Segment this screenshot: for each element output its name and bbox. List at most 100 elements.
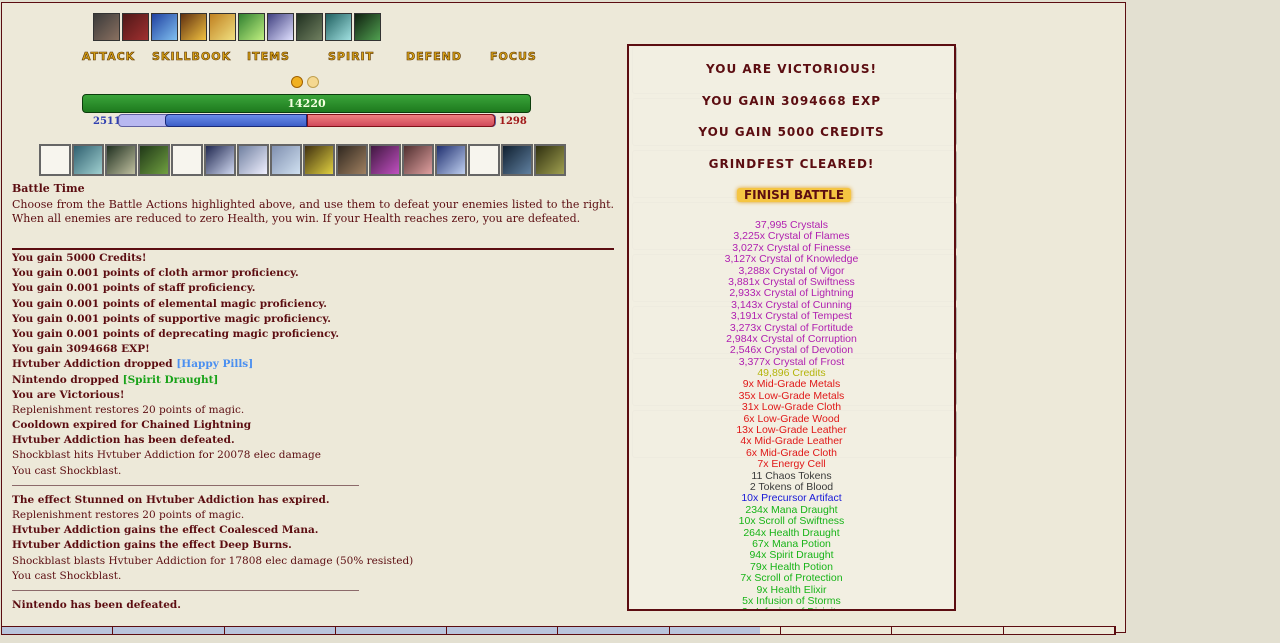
finish-battle-button[interactable]: FINISH BATTLE [737,188,851,202]
health-bar: 14220 [82,94,531,113]
log-entry-text: You gain 0.001 points of elemental magic… [12,297,327,310]
log-entry: You gain 0.001 points of staff proficien… [12,281,614,296]
loot-item: 3,191x Crystal of Tempest [730,310,853,323]
defend-button[interactable]: DEFEND [406,50,462,64]
log-entry-text: Nintendo has been defeated. [12,598,181,611]
log-entry-text: Hvtuber Addiction gains the effect Coale… [12,524,319,537]
buff-icon-5 [209,13,236,41]
quickbar-slot-spell[interactable] [435,144,467,176]
quickbar-slot-empty[interactable] [468,144,500,176]
loot-item: 31x Low-Grade Cloth [741,401,842,414]
log-entry-text: The effect Stunned on Hvtuber Addiction … [12,493,330,506]
log-entry: Replenishment restores 20 points of magi… [12,508,614,523]
quickbar-slot-spell[interactable] [105,144,137,176]
log-entry: You gain 0.001 points of supportive magi… [12,312,614,327]
progress-segment [669,627,782,634]
quickbar-slot-spell[interactable] [72,144,104,176]
log-entry: The effect Stunned on Hvtuber Addiction … [12,493,614,508]
victory-panel: YOU ARE VICTORIOUS! YOU GAIN 3094668 EXP… [627,44,956,611]
quickbar-slot-spell[interactable] [270,144,302,176]
quickbar-slot-spell[interactable] [138,144,170,176]
log-entry-text: Replenishment restores 20 points of magi… [12,403,245,416]
log-entry-text: You cast Shockblast. [12,464,122,477]
battle-frame: ATTACK SKILLBOOK ITEMS SPIRIT DEFEND FOC… [1,2,1126,633]
dropped-item-link[interactable]: [Spirit Draught] [123,374,219,386]
spirit-value: 1298 [499,116,527,127]
log-entry-text: You gain 0.001 points of deprecating mag… [12,327,340,340]
exp-gain-text: YOU GAIN 3094668 EXP [701,94,882,108]
buff-icon-8 [296,13,323,41]
log-entry: You gain 0.001 points of deprecating mag… [12,327,614,342]
dropped-item-link[interactable]: [Happy Pills] [176,358,253,370]
log-entry: You are Victorious! [12,388,614,403]
log-entry: Shockblast hits Hvtuber Addiction for 20… [12,448,614,463]
quickbar-slot-spell[interactable] [369,144,401,176]
log-entry-text: Shockblast blasts Hvtuber Addiction for … [12,554,414,567]
buff-icon-6 [238,13,265,41]
focus-button[interactable]: FOCUS [490,50,537,64]
log-entry: Shockblast blasts Hvtuber Addiction for … [12,554,614,569]
loot-item: 7x Scroll of Protection [740,572,843,585]
quickbar-slot-spell[interactable] [204,144,236,176]
skillbook-button[interactable]: SKILLBOOK [152,50,231,64]
progress-segment [335,627,448,634]
buff-icon-4 [180,13,207,41]
grindfest-cleared-text: GRINDFEST CLEARED! [708,157,875,171]
effect-icons-row [93,13,381,41]
loot-item: 7x Energy Cell [757,458,826,471]
log-entry: Hvtuber Addiction gains the effect Coale… [12,523,614,538]
quickbar-slot-spell[interactable] [336,144,368,176]
log-entry: You cast Shockblast. [12,464,614,479]
quickbar-slot-spell[interactable] [501,144,533,176]
log-entry: Nintendo dropped [Spirit Draught] [12,373,614,388]
buff-icon-9 [325,13,352,41]
magic-value: 2511 [93,116,121,127]
log-entry: Hvtuber Addiction dropped [Happy Pills] [12,357,614,372]
buff-icon-1 [93,13,120,41]
credits-gain-text: YOU GAIN 5000 CREDITS [698,125,885,139]
log-entry-text: Hvtuber Addiction dropped [12,358,177,371]
progress-segment [892,627,1004,634]
log-entry: Hvtuber Addiction gains the effect Deep … [12,538,614,553]
progress-segment [447,627,559,634]
log-entry-text: You gain 0.001 points of staff proficien… [12,282,256,295]
log-entry: You gain 5000 Credits! [12,251,614,266]
loot-item: 10x Scroll of Swiftness [738,515,845,528]
quickbar-slot-spell[interactable] [402,144,434,176]
quickbar-slot-spell[interactable] [237,144,269,176]
log-entry-text: You gain 0.001 points of cloth armor pro… [12,267,299,280]
loot-item: 94x Spirit Draught [749,549,834,562]
quickbar-slot-spell[interactable] [303,144,335,176]
log-entry: You gain 0.001 points of cloth armor pro… [12,266,614,281]
log-entry: You cast Shockblast. [12,569,614,584]
quickbar-slot-spell[interactable] [534,144,566,176]
items-button[interactable]: ITEMS [247,50,290,64]
log-entry-text: Shockblast hits Hvtuber Addiction for 20… [12,449,321,462]
quickbar-slot-empty[interactable] [39,144,71,176]
battle-action-menu: ATTACK SKILLBOOK ITEMS SPIRIT DEFEND FOC… [80,50,540,66]
attack-button[interactable]: ATTACK [82,50,135,64]
log-entry: Hvtuber Addiction has been defeated. [12,433,614,448]
progress-segment [113,627,225,634]
log-entry-text: You gain 3094668 EXP! [12,343,150,356]
health-value: 14220 [287,97,326,110]
quickbar-slot-empty[interactable] [171,144,203,176]
loot-item: 2,546x Crystal of Devotion [729,344,854,357]
log-entry-text: Nintendo dropped [12,373,123,386]
loot-item: 3,127x Crystal of Knowledge [724,253,859,266]
log-entry-text: Cooldown expired for Chained Lightning [12,419,252,432]
log-entry: Cooldown expired for Chained Lightning [12,418,614,433]
log-entry: You gain 0.001 points of elemental magic… [12,297,614,312]
victory-heading: YOU ARE VICTORIOUS! [706,62,877,76]
buff-icon-2 [122,13,149,41]
spirit-button[interactable]: SPIRIT [328,50,374,64]
progress-segment [224,627,336,634]
loot-list: 37,995 Crystals 3,225x Crystal of Flames 3… [629,220,954,609]
charge-dot-1 [291,76,303,88]
buff-icon-10 [354,13,381,41]
log-entry: You gain 3094668 EXP! [12,342,614,357]
progress-segment [781,627,893,634]
log-entry: Nintendo has been defeated. [12,598,614,613]
log-entry-text: You gain 0.001 points of supportive magi… [12,312,331,325]
log-separator [12,484,359,486]
